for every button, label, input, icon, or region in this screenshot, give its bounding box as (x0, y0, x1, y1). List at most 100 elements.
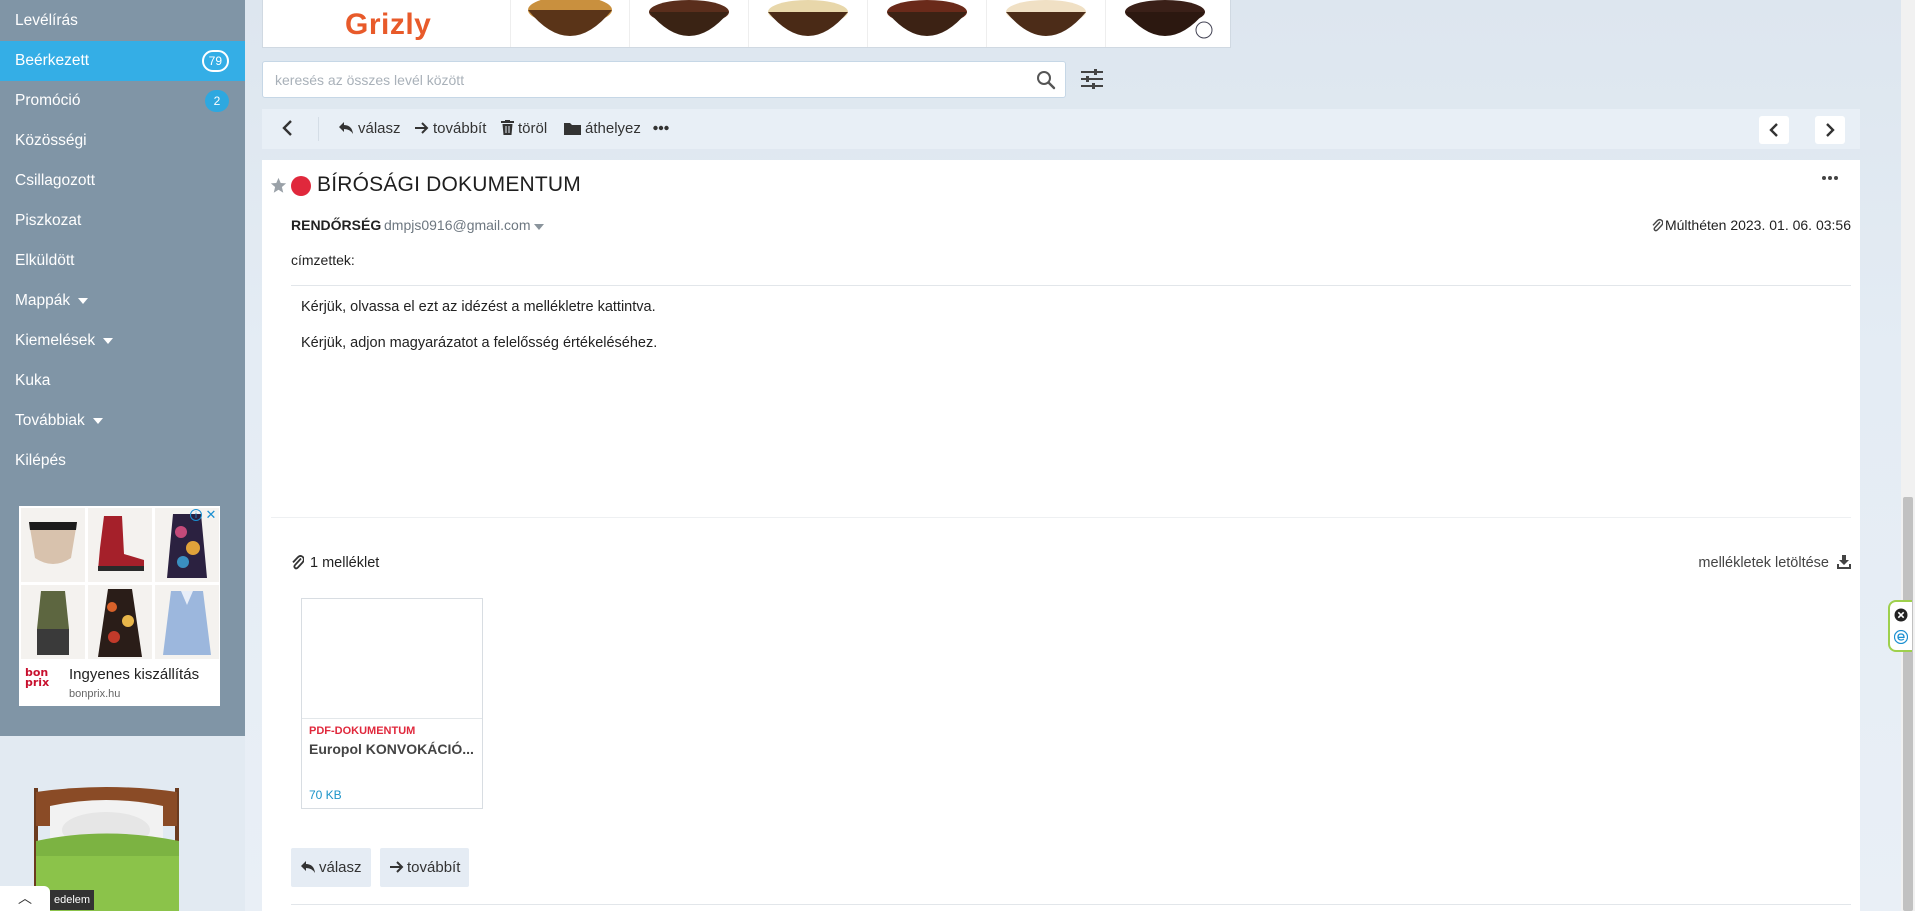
scrollbar-thumb[interactable] (1903, 497, 1913, 911)
product-image (748, 0, 866, 47)
sidebar-item-label: Közösségi (15, 132, 87, 149)
sidebar-item-label: Piszkozat (15, 212, 82, 229)
download-all-button[interactable]: mellékletek letöltése (1698, 554, 1851, 571)
product-image (629, 0, 747, 47)
sidebar-nav: Levélírás Beérkezett 79 Promóció 2 Közössé… (0, 0, 245, 736)
more-horizontal-icon (653, 125, 669, 130)
more-horizontal-icon[interactable] (1820, 172, 1840, 184)
ad-headline: Ingyenes kiszállítás (69, 666, 200, 683)
sidebar-item-promotions[interactable]: Promóció 2 (0, 81, 245, 121)
widget-logo-icon[interactable] (1894, 630, 1908, 644)
delete-label: töröl (518, 120, 548, 137)
ad-product-image (88, 508, 152, 582)
filter-settings-icon[interactable] (1079, 66, 1105, 92)
product-image (867, 0, 985, 47)
sidebar-ad[interactable]: i ✕ bon prix Ingyenes kiszállítás bonpri… (19, 506, 220, 706)
folder-icon (564, 122, 581, 135)
body-divider (271, 517, 1851, 518)
side-widget[interactable] (1888, 600, 1912, 652)
sidebar-item-trash[interactable]: Kuka (0, 361, 245, 401)
sidebar-item-drafts[interactable]: Piszkozat (0, 201, 245, 241)
sidebar-item-label: Kilépés (15, 452, 66, 469)
sidebar-item-logout[interactable]: Kilépés (0, 441, 245, 481)
sidebar-item-label: Csillagozott (15, 172, 96, 189)
ad-product-image (21, 585, 85, 659)
sender-email[interactable]: dmpjs0916@gmail.com (384, 217, 531, 233)
ad-logo: bon prix (25, 666, 50, 689)
sidebar-item-label: Promóció (15, 92, 81, 109)
attachment-name: Europol KONVOKÁCIÓ... (309, 741, 474, 757)
message-body-line: Kérjük, olvassa el ezt az idézést a mell… (301, 299, 656, 315)
brand-logo: Grizly (345, 8, 432, 41)
toolbar-divider (318, 117, 319, 141)
arrow-right-icon (390, 860, 404, 873)
sidebar-item-label: Levélírás (15, 12, 78, 29)
close-icon[interactable] (1894, 608, 1908, 622)
sender-name: RENDŐRSÉG (291, 217, 382, 233)
search-input[interactable] (263, 62, 1023, 97)
reply-icon (301, 860, 315, 873)
caret-down-icon[interactable] (534, 224, 544, 230)
star-icon[interactable] (270, 177, 287, 194)
unread-count-badge: 79 (201, 50, 229, 72)
more-actions-button[interactable] (653, 109, 673, 149)
paperclip-icon (292, 554, 305, 569)
back-button[interactable] (280, 109, 298, 149)
message-subject: BÍRÓSÁGI DOKUMENTUM (317, 173, 581, 196)
message-toolbar: válasz továbbít töröl áthelyez (262, 109, 1860, 149)
next-message-button[interactable] (1815, 116, 1845, 144)
previous-message-button[interactable] (1759, 116, 1789, 144)
reply-icon (339, 121, 353, 134)
unread-count-badge: 2 (205, 90, 229, 112)
attachment-type: PDF-DOKUMENTUM (309, 725, 416, 737)
paperclip-icon (1652, 218, 1664, 232)
sidebar-item-label: Elküldött (15, 252, 75, 269)
message-body-line: Kérjük, adjon magyarázatot a felelősség … (301, 335, 658, 351)
sidebar-item-compose[interactable]: Levélírás (0, 1, 245, 41)
ad-product-image (88, 585, 152, 659)
product-banner-ad[interactable]: Grizly (262, 0, 1231, 48)
close-icon[interactable]: ✕ (204, 508, 218, 522)
importance-flag[interactable] (291, 176, 311, 196)
attachment-card[interactable]: PDF-DOKUMENTUM Europol KONVOKÁCIÓ... 70 … (301, 598, 483, 809)
sidebar-item-label: Továbbiak (15, 412, 85, 429)
ad-product-image (155, 585, 219, 659)
trash-icon (501, 120, 514, 136)
message-date: Múlthéten 2023. 01. 06. 03:56 (1651, 217, 1851, 233)
sidebar-item-starred[interactable]: Csillagozott (0, 161, 245, 201)
sidebar-item-label: Kuka (15, 372, 51, 389)
sidebar-item-label: Beérkezett (15, 52, 90, 69)
move-label: áthelyez (585, 120, 641, 137)
chevron-right-icon (1826, 123, 1835, 137)
move-button[interactable]: áthelyez (564, 109, 641, 149)
chevron-up-icon[interactable]: ︿ (0, 886, 50, 911)
sidebar-item-highlights[interactable]: Kiemelések (0, 321, 245, 361)
sidebar: Levélírás Beérkezett 79 Promóció 2 Közössé… (0, 0, 245, 911)
ad-info-icon[interactable]: i (190, 509, 202, 521)
search-icon[interactable] (1036, 70, 1056, 90)
sidebar-item-sent[interactable]: Elküldött (0, 241, 245, 281)
forward-label: továbbít (407, 859, 461, 876)
sidebar-item-inbox[interactable]: Beérkezett 79 (0, 41, 245, 81)
forward-button[interactable]: továbbít (380, 848, 470, 887)
sidebar-item-social[interactable]: Közösségi (0, 121, 245, 161)
delete-button[interactable]: töröl (501, 109, 547, 149)
footer-divider (291, 904, 1851, 905)
arrow-right-icon (415, 121, 429, 134)
reply-button[interactable]: válasz (291, 848, 371, 887)
sidebar-item-label: Kiemelések (15, 332, 96, 349)
forward-label: továbbít (433, 120, 487, 137)
reply-button[interactable]: válasz (338, 109, 401, 149)
sidebar-item-label: Mappák (15, 292, 71, 309)
forward-button[interactable]: továbbít (414, 109, 486, 149)
attachment-count-label: 1 melléklet (310, 555, 380, 571)
sidebar-item-more[interactable]: Továbbiak (0, 401, 245, 441)
reply-label: válasz (358, 120, 401, 137)
attachment-size: 70 KB (309, 788, 342, 802)
caret-down-icon (92, 417, 103, 424)
message-date-text: Múlthéten 2023. 01. 06. 03:56 (1664, 217, 1851, 233)
reply-label: válasz (319, 859, 362, 876)
brand-tile: Grizly (263, 0, 510, 47)
sidebar-item-folders[interactable]: Mappák (0, 281, 245, 321)
message-panel: BÍRÓSÁGI DOKUMENTUM RENDŐRSÉG dmpjs0916@… (262, 160, 1860, 911)
